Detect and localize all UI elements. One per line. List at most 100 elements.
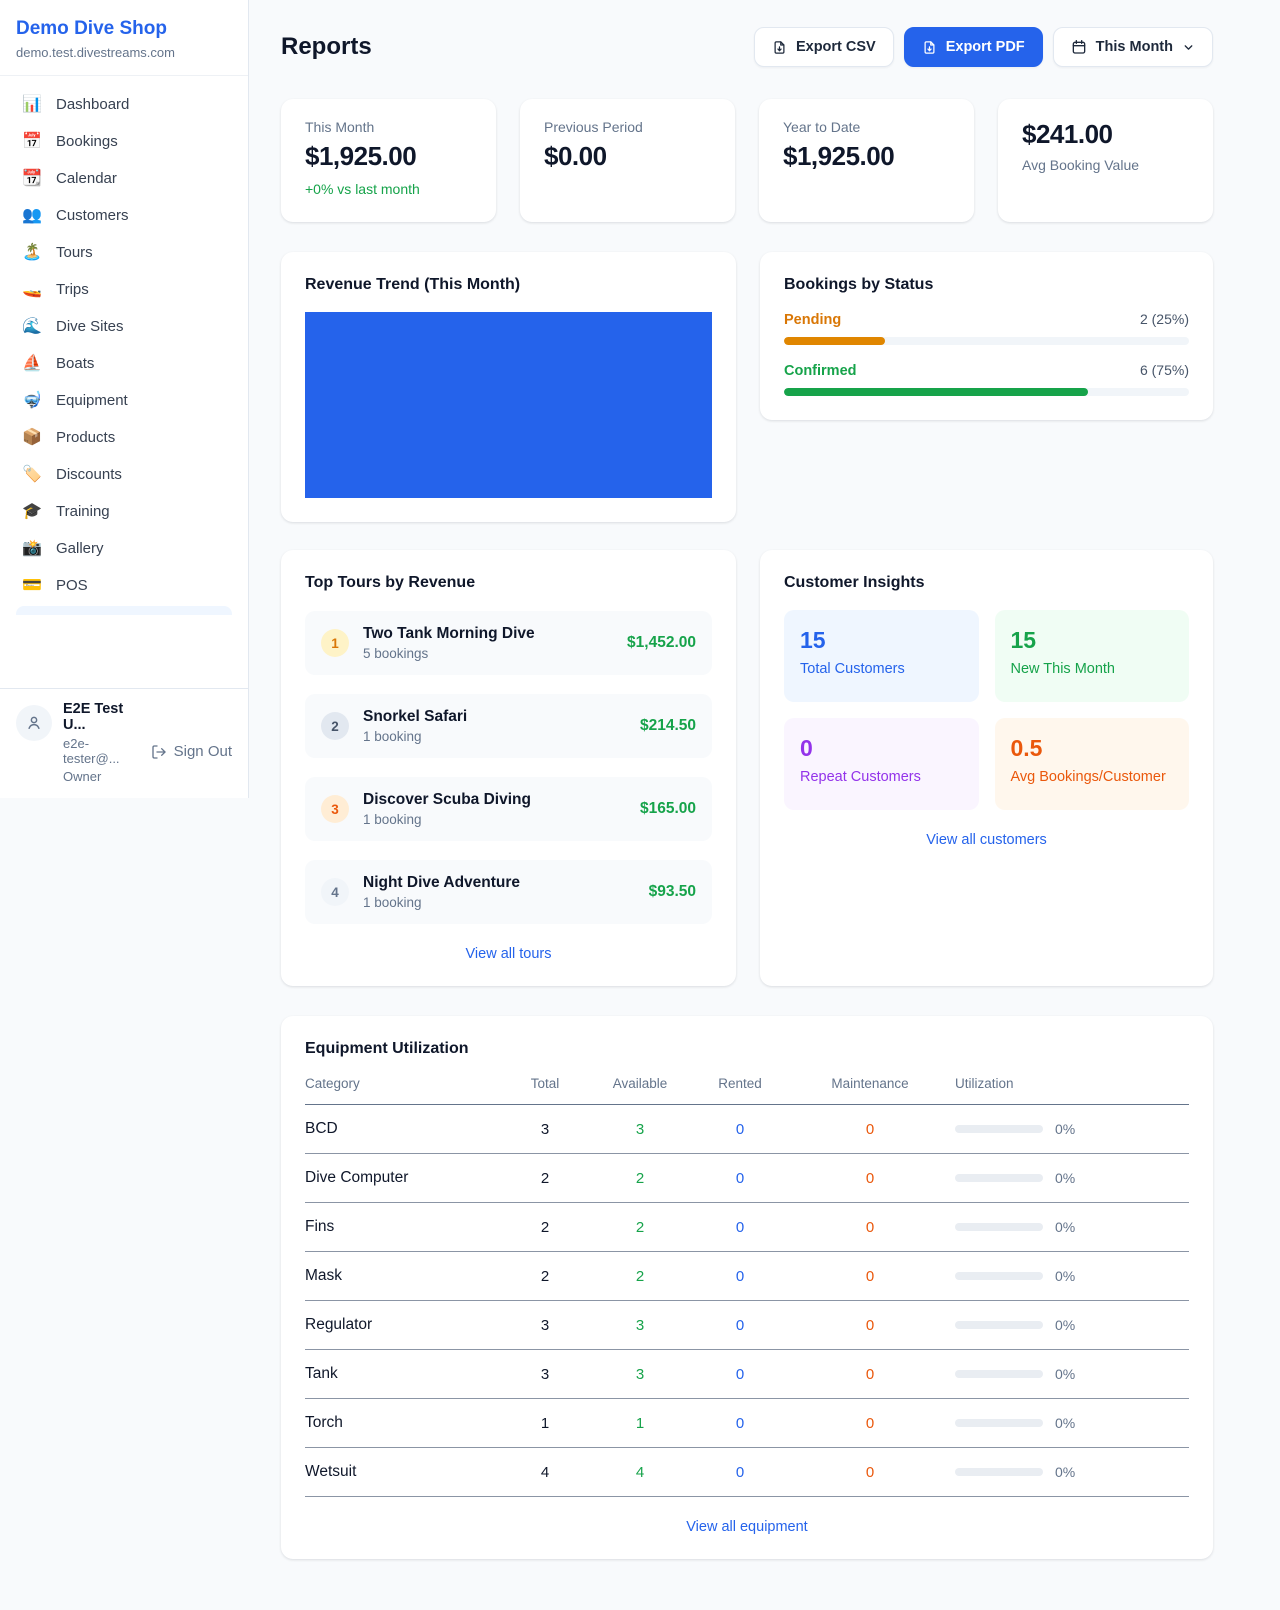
sidebar-item-label: Tours <box>56 244 93 261</box>
stat-cards: This Month $1,925.00 +0% vs last month P… <box>281 99 1213 222</box>
sidebar-item-training[interactable]: 🎓Training <box>8 493 240 530</box>
tour-revenue: $165.00 <box>640 800 696 818</box>
calendar-outline-icon <box>1071 39 1087 55</box>
sidebar-item-pos[interactable]: 💳POS <box>8 567 240 604</box>
sidebar-item-trips[interactable]: 🚤Trips <box>8 271 240 308</box>
utilization-percent: 0% <box>1055 1219 1075 1235</box>
stat-value: $241.00 <box>1022 119 1189 150</box>
sidebar-item-bookings[interactable]: 📅Bookings <box>8 123 240 160</box>
sidebar-item-gallery[interactable]: 📸Gallery <box>8 530 240 567</box>
tile-label: Total Customers <box>800 661 963 677</box>
utilization-percent: 0% <box>1055 1268 1075 1284</box>
sidebar-item-discounts[interactable]: 🏷️ Discounts <box>8 456 240 493</box>
tour-name: Night Dive Adventure <box>363 874 520 891</box>
view-all-equipment-link[interactable]: View all equipment <box>305 1519 1189 1535</box>
equipment-total: 3 <box>495 1366 595 1383</box>
column-header: Maintenance <box>795 1076 945 1091</box>
wave-icon: 🌊 <box>22 319 42 335</box>
tour-bookings: 1 booking <box>363 812 531 827</box>
sidebar-item-label: Customers <box>56 207 129 224</box>
view-all-customers-link[interactable]: View all customers <box>784 832 1189 848</box>
period-dropdown[interactable]: This Month <box>1053 27 1213 67</box>
export-pdf-button[interactable]: Export PDF <box>904 27 1043 67</box>
user-role: Owner <box>63 769 140 784</box>
rank-badge: 2 <box>321 712 349 740</box>
equipment-total: 4 <box>495 1464 595 1481</box>
sidebar-item-boats[interactable]: ⛵Boats <box>8 345 240 382</box>
main-content: Reports Export CSV Export PDF This Month… <box>281 0 1213 1599</box>
sign-out-button[interactable]: Sign Out <box>151 719 232 784</box>
utilization-cell: 0% <box>945 1317 1189 1333</box>
sidebar-item-tours[interactable]: 🏝️ Tours <box>8 234 240 271</box>
sidebar-item-calendar[interactable]: 📆Calendar <box>8 160 240 197</box>
equipment-total: 3 <box>495 1121 595 1138</box>
file-download-icon <box>922 40 937 55</box>
dashboard-icon: 📊 <box>22 97 42 113</box>
sidebar-item-label: Training <box>56 503 110 520</box>
sidebar-item-customers[interactable]: 👥Customers <box>8 197 240 234</box>
customer-insights-title: Customer Insights <box>784 574 1189 592</box>
sidebar-item-label: Trips <box>56 281 89 298</box>
sidebar-item-label: Gallery <box>56 540 104 557</box>
equipment-available: 4 <box>595 1464 685 1481</box>
tile-label: Avg Bookings/Customer <box>1011 769 1174 785</box>
tour-revenue: $1,452.00 <box>627 634 696 652</box>
utilization-bar <box>955 1174 1043 1182</box>
sidebar-item-label: Dashboard <box>56 96 129 113</box>
sidebar-item-dashboard[interactable]: 📊 Dashboard <box>8 86 240 123</box>
brand: Demo Dive Shop demo.test.divestreams.com <box>0 0 248 76</box>
revenue-trend-bar <box>305 312 712 498</box>
equipment-rented: 0 <box>685 1170 795 1187</box>
progress-fill <box>784 388 1088 396</box>
equipment-category: BCD <box>305 1120 495 1138</box>
table-row: Fins 2 2 0 0 0% <box>305 1203 1189 1252</box>
equipment-available: 2 <box>595 1268 685 1285</box>
sidebar-item-label: Discounts <box>56 466 122 483</box>
view-all-tours-link[interactable]: View all tours <box>305 946 712 962</box>
utilization-cell: 0% <box>945 1415 1189 1431</box>
user-info: E2E Test U... e2e-tester@... Owner <box>63 701 140 784</box>
top-tours-title: Top Tours by Revenue <box>305 574 712 592</box>
utilization-percent: 0% <box>1055 1121 1075 1137</box>
utilization-percent: 0% <box>1055 1415 1075 1431</box>
status-label: Pending <box>784 312 841 328</box>
equipment-available: 3 <box>595 1366 685 1383</box>
tag-icon: 🏷️ <box>22 467 42 483</box>
island-icon: 🏝️ <box>22 245 42 261</box>
export-csv-button[interactable]: Export CSV <box>754 27 894 67</box>
equipment-rented: 0 <box>685 1366 795 1383</box>
tile-new-this-month: 15 New This Month <box>995 610 1190 702</box>
tour-bookings: 1 booking <box>363 895 520 910</box>
table-row: Wetsuit 4 4 0 0 0% <box>305 1448 1189 1497</box>
sidebar-item-active-partial[interactable] <box>16 606 232 615</box>
insights-row: Top Tours by Revenue 1 Two Tank Morning … <box>281 550 1213 986</box>
sidebar-item-products[interactable]: 📦Products <box>8 419 240 456</box>
tour-revenue: $214.50 <box>640 717 696 735</box>
tile-value: 15 <box>1011 627 1174 654</box>
stat-label: Year to Date <box>783 119 950 135</box>
sidebar-item-equipment[interactable]: 🤿Equipment <box>8 382 240 419</box>
stat-card-avg-booking-value: $241.00 Avg Booking Value <box>998 99 1213 222</box>
equipment-category: Fins <box>305 1218 495 1236</box>
equipment-category: Dive Computer <box>305 1169 495 1187</box>
utilization-percent: 0% <box>1055 1317 1075 1333</box>
shop-domain: demo.test.divestreams.com <box>16 45 232 60</box>
equipment-table-header: Category Total Available Rented Maintena… <box>305 1076 1189 1105</box>
top-tours-card: Top Tours by Revenue 1 Two Tank Morning … <box>281 550 736 986</box>
tour-row: 4 Night Dive Adventure1 booking $93.50 <box>305 860 712 924</box>
equipment-rented: 0 <box>685 1121 795 1138</box>
stat-delta: +0% vs last month <box>305 181 472 197</box>
tile-value: 0 <box>800 735 963 762</box>
equipment-utilization-title: Equipment Utilization <box>305 1040 1189 1058</box>
sidebar-item-label: Boats <box>56 355 94 372</box>
utilization-cell: 0% <box>945 1464 1189 1480</box>
equipment-rented: 0 <box>685 1268 795 1285</box>
progress-track <box>784 388 1189 396</box>
table-row: Tank 3 3 0 0 0% <box>305 1350 1189 1399</box>
sidebar-item-label: Products <box>56 429 115 446</box>
sidebar-item-dive-sites[interactable]: 🌊Dive Sites <box>8 308 240 345</box>
tile-repeat-customers: 0 Repeat Customers <box>784 718 979 810</box>
stat-value: $1,925.00 <box>783 141 950 172</box>
export-pdf-label: Export PDF <box>946 39 1025 55</box>
sidebar: Demo Dive Shop demo.test.divestreams.com… <box>0 0 249 798</box>
